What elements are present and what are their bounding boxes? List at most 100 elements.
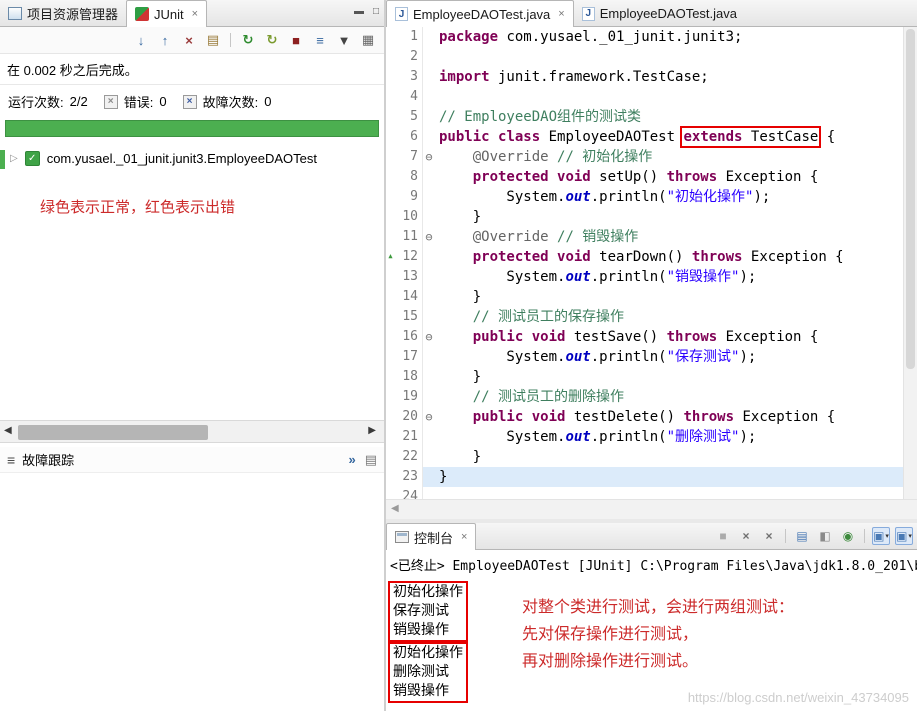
code-text: @Override // 销毁操作 [435, 227, 903, 247]
remove-all-launches-icon-glyph: × [765, 529, 773, 543]
tab-junit[interactable]: JUnit × [126, 0, 208, 27]
code-line[interactable]: 19 // 测试员工的删除操作 [386, 387, 903, 407]
code-token: EmployeeDAOTest [540, 129, 684, 145]
editor-horizontal-scrollbar[interactable] [386, 499, 917, 519]
fold-collapse-icon[interactable]: ⊖ [422, 147, 435, 167]
compare-result-icon[interactable] [365, 452, 377, 468]
code-text: // 测试员工的保存操作 [435, 307, 903, 327]
code-text: } [435, 467, 903, 487]
console-output-red-box: 初始化操作 删除测试 销毁操作 [388, 642, 468, 703]
close-icon[interactable]: × [192, 8, 198, 20]
code-line[interactable]: 10 } [386, 207, 903, 227]
code-line[interactable]: 5 // EmployeeDAO组件的测试类 [386, 107, 903, 127]
view-menu-icon[interactable]: ▦ [359, 31, 377, 49]
tree-expander-icon[interactable]: ▷ [10, 153, 18, 164]
code-text: System.out.println("初始化操作"); [435, 187, 903, 207]
line-number: 1 [395, 27, 422, 47]
open-console-icon[interactable]: ▣ ▾ [895, 527, 913, 545]
test-result-tree-item[interactable]: ▷ com.yusael._01_junit.junit3.EmployeeDA… [0, 141, 384, 170]
display-console-icon[interactable]: ▣ ▾ [872, 527, 890, 545]
tab-project-explorer[interactable]: 项目资源管理器 [0, 1, 126, 26]
test-run-history-icon[interactable]: ▤ [204, 31, 222, 49]
rerun-test-icon[interactable]: ↻ [239, 31, 257, 49]
close-icon[interactable]: × [461, 531, 467, 543]
code-editor[interactable]: 1 package com.yusael._01_junit.junit3; 2 3 i… [386, 27, 917, 499]
maximize-button[interactable]: □ [373, 6, 379, 17]
code-line[interactable]: 9 System.out.println("初始化操作"); [386, 187, 903, 207]
fold-collapse-icon[interactable]: ⊖ [422, 327, 435, 347]
code-line[interactable]: 15 // 测试员工的保存操作 [386, 307, 903, 327]
scrollbar-thumb[interactable] [906, 29, 915, 369]
rerun-failed-first-icon[interactable]: ↻ [263, 31, 281, 49]
extends-testcase-highlight-box: extends TestCase [680, 126, 822, 148]
code-line[interactable]: 14 } [386, 287, 903, 307]
pin-console-icon[interactable]: ◉ [839, 527, 857, 545]
code-line[interactable]: 21 System.out.println("删除测试"); [386, 427, 903, 447]
next-failure-icon[interactable]: ↓ [132, 31, 150, 49]
junit-progress-bar [5, 120, 379, 137]
annotation-line: 再对删除操作进行测试。 [522, 653, 699, 670]
code-line[interactable]: 20 ⊖ public void testDelete() throws Exce… [386, 407, 903, 427]
line-number: 23 [395, 467, 422, 487]
previous-failure-icon[interactable]: ↑ [156, 31, 174, 49]
code-token: ); [739, 429, 757, 445]
code-line[interactable]: 23} [386, 467, 903, 487]
code-line[interactable]: 1 package com.yusael._01_junit.junit3; [386, 27, 903, 47]
remove-launch-icon[interactable]: × [737, 527, 755, 545]
code-line[interactable]: 18 } [386, 367, 903, 387]
code-text: System.out.println("销毁操作"); [435, 267, 903, 287]
scroll-lock-icon[interactable]: ◧ [816, 527, 834, 545]
minimize-button[interactable]: ▬ [354, 6, 364, 17]
fold-gutter [422, 267, 435, 287]
remove-all-launches-icon[interactable]: × [760, 527, 778, 545]
fold-gutter [422, 27, 435, 47]
terminate-icon[interactable]: ■ [714, 527, 732, 545]
annotation-line: 先对保存操作进行测试， [522, 626, 699, 643]
scroll-left-arrow-icon[interactable] [391, 503, 399, 514]
stop-test-icon[interactable]: ■ [287, 31, 305, 49]
code-text: import junit.framework.TestCase; [435, 67, 903, 87]
line-number: 13 [395, 267, 422, 287]
errors-icon [103, 94, 118, 109]
editor-vertical-scrollbar[interactable] [903, 27, 917, 499]
code-line[interactable]: 16 ⊖ public void testSave() throws Except… [386, 327, 903, 347]
show-test-hierarchy-icon[interactable]: ≡ [311, 31, 329, 49]
close-icon[interactable]: × [558, 8, 564, 20]
code-token: } [439, 449, 482, 465]
tab-label: EmployeeDAOTest.java [413, 6, 551, 22]
scroll-left-arrow-icon[interactable] [4, 425, 12, 436]
code-line[interactable]: 11 ⊖ @Override // 销毁操作 [386, 227, 903, 247]
code-line[interactable]: 3 import junit.framework.TestCase; [386, 67, 903, 87]
code-line[interactable]: 24 [386, 487, 903, 499]
code-line[interactable]: ▲ 12 protected void tearDown() throws Exc… [386, 247, 903, 267]
editor-tab-inactive[interactable]: EmployeeDAOTest.java [574, 1, 745, 26]
code-line[interactable]: 7 ⊖ @Override // 初始化操作 [386, 147, 903, 167]
remove-test-run-icon[interactable]: × [180, 31, 198, 49]
clear-console-icon[interactable]: ▤ [793, 527, 811, 545]
console-output-area[interactable]: <已终止> EmployeeDAOTest [JUnit] C:\Program… [386, 550, 917, 711]
code-line[interactable]: 6 public class EmployeeDAOTest extends Te… [386, 126, 903, 148]
scrollbar-thumb[interactable] [18, 425, 208, 440]
fold-collapse-icon[interactable]: ⊖ [422, 227, 435, 247]
editor-tab-active[interactable]: EmployeeDAOTest.java × [386, 0, 574, 27]
filter-stack-trace-icon[interactable] [348, 452, 355, 468]
code-lines: 1 package com.yusael._01_junit.junit3; 2 3 i… [386, 27, 903, 499]
junit-horizontal-scrollbar[interactable] [0, 420, 384, 443]
scroll-lock-icon-glyph: ◧ [819, 529, 831, 543]
code-line[interactable]: 22 } [386, 447, 903, 467]
code-line[interactable]: 13 System.out.println("销毁操作"); [386, 267, 903, 287]
code-token: testDelete() [565, 409, 684, 425]
scroll-right-arrow-icon[interactable] [368, 425, 376, 436]
fold-collapse-icon[interactable]: ⊖ [422, 407, 435, 427]
code-line[interactable]: 4 [386, 87, 903, 107]
fold-gutter [422, 487, 435, 499]
code-line[interactable]: 17 System.out.println("保存测试"); [386, 347, 903, 367]
dropdown-arrow-icon[interactable]: ▼ [335, 31, 353, 49]
tab-console[interactable]: 控制台 × [386, 523, 477, 550]
code-line[interactable]: 2 [386, 47, 903, 67]
code-line[interactable]: 8 protected void setUp() throws Exceptio… [386, 167, 903, 187]
code-token: protected [472, 169, 549, 185]
